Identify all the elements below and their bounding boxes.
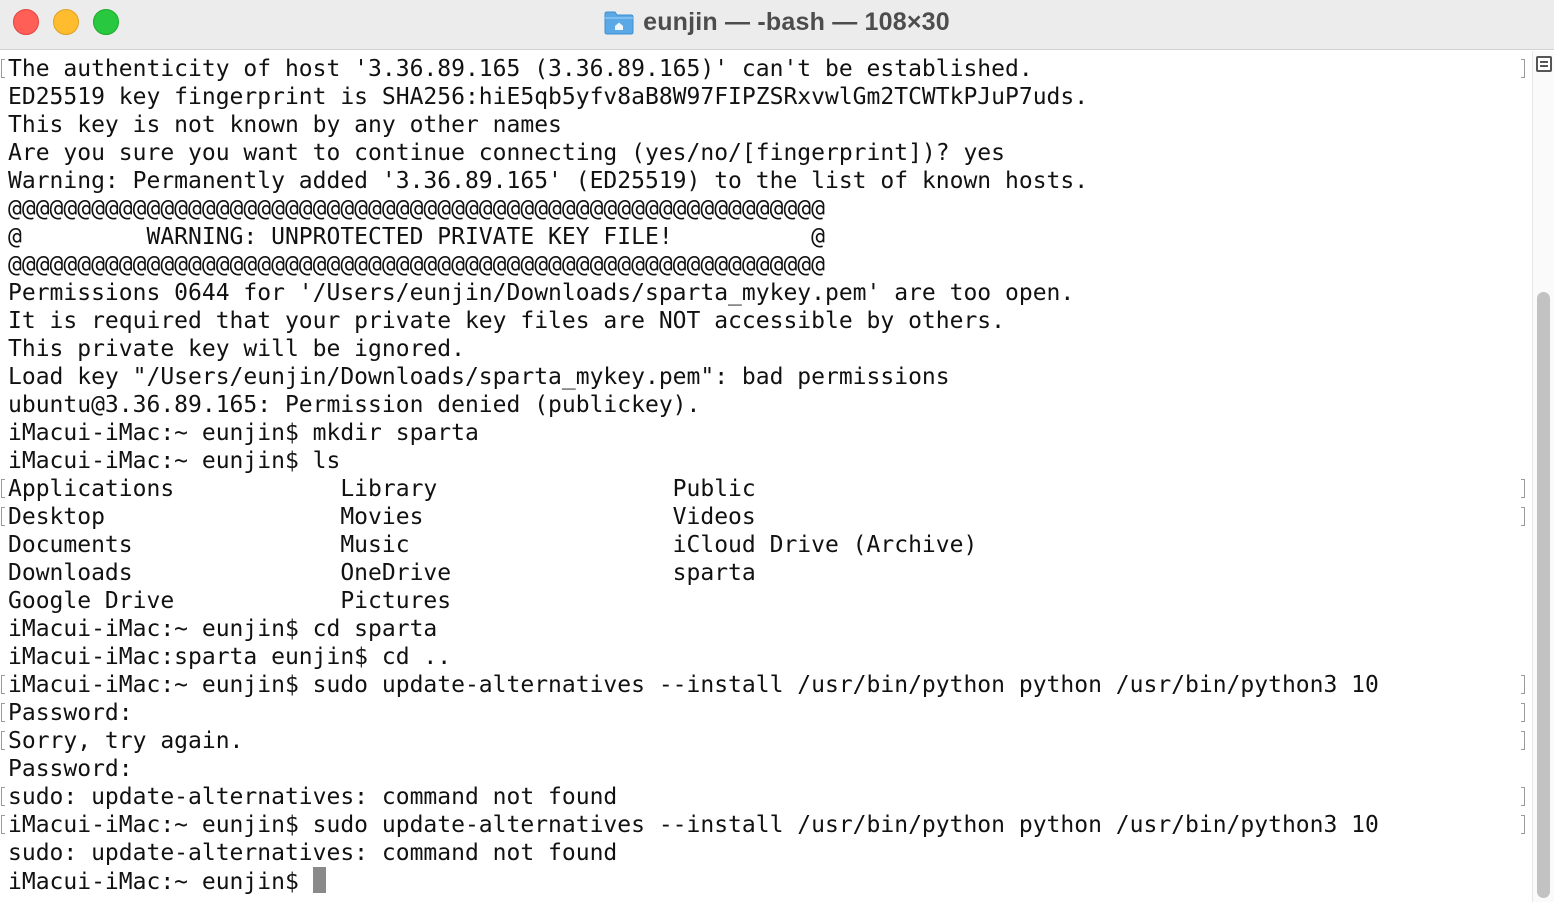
command-line: iMacui-iMac:~ eunjin$ ls: [8, 448, 341, 474]
output-line: This private key will be ignored.: [8, 336, 465, 362]
line-mark: [1, 479, 5, 498]
line-mark: [1, 59, 5, 78]
command-line: iMacui-iMac:~ eunjin$ sudo update-altern…: [8, 672, 1379, 698]
scrollbar-thumb[interactable]: [1537, 292, 1550, 898]
command-line: iMacui-iMac:sparta eunjin$ cd ..: [8, 644, 452, 670]
output-line: Sorry, try again.: [8, 728, 244, 754]
line-mark: [1, 675, 5, 694]
output-line: Are you sure you want to continue connec…: [8, 140, 1005, 166]
ls-output-line: Documents Music iCloud Drive (Archive): [8, 532, 978, 558]
output-line: @@@@@@@@@@@@@@@@@@@@@@@@@@@@@@@@@@@@@@@@…: [8, 196, 825, 222]
output-line: Password:: [8, 700, 133, 726]
title-container: eunjin — -bash — 108×30: [0, 0, 1554, 44]
split-pane-icon[interactable]: [1536, 56, 1552, 72]
line-mark: [1521, 507, 1525, 526]
line-mark: [1521, 731, 1525, 750]
line-mark: [1, 703, 5, 722]
output-line: ubuntu@3.36.89.165: Permission denied (p…: [8, 392, 701, 418]
ls-output-line: Desktop Movies Videos: [8, 504, 756, 530]
line-mark: [1521, 479, 1525, 498]
output-line: ED25519 key fingerprint is SHA256:hiE5qb…: [8, 84, 1089, 110]
output-line: The authenticity of host '3.36.89.165 (3…: [8, 56, 1033, 82]
terminal-window: eunjin — -bash — 108×30 The authenticity…: [0, 0, 1554, 902]
line-mark: [1, 731, 5, 750]
line-mark: [1521, 59, 1525, 78]
output-line: It is required that your private key fil…: [8, 308, 1005, 334]
prompt: iMacui-iMac:~ eunjin$: [8, 869, 313, 895]
output-line: Warning: Permanently added '3.36.89.165'…: [8, 168, 1089, 194]
line-mark: [1, 507, 5, 526]
line-mark: [1521, 787, 1525, 806]
ls-output-line: Downloads OneDrive sparta: [8, 560, 756, 586]
window-title: eunjin — -bash — 108×30: [643, 7, 950, 36]
output-line: @@@@@@@@@@@@@@@@@@@@@@@@@@@@@@@@@@@@@@@@…: [8, 252, 825, 278]
line-mark: [1, 815, 5, 834]
line-mark: [1521, 675, 1525, 694]
text-cursor: [312, 867, 326, 893]
line-mark: [1521, 815, 1525, 834]
line-mark: [1, 787, 5, 806]
command-line: iMacui-iMac:~ eunjin$ sudo update-altern…: [8, 812, 1379, 838]
command-line: iMacui-iMac:~ eunjin$ mkdir sparta: [8, 420, 479, 446]
ls-output-line: Google Drive Pictures: [8, 588, 452, 614]
command-line: iMacui-iMac:~ eunjin$ cd sparta: [8, 616, 438, 642]
line-mark: [1521, 703, 1525, 722]
terminal-content[interactable]: The authenticity of host '3.36.89.165 (3…: [0, 51, 1532, 902]
output-line: Password:: [8, 756, 133, 782]
output-line: Permissions 0644 for '/Users/eunjin/Down…: [8, 280, 1075, 306]
output-line: sudo: update-alternatives: command not f…: [8, 840, 618, 866]
output-line: This key is not known by any other names: [8, 112, 562, 138]
output-line: sudo: update-alternatives: command not f…: [8, 784, 618, 810]
terminal-output: The authenticity of host '3.36.89.165 (3…: [8, 55, 1379, 895]
title-bar[interactable]: eunjin — -bash — 108×30: [0, 0, 1554, 50]
ls-output-line: Applications Library Public: [8, 476, 756, 502]
output-line: Load key "/Users/eunjin/Downloads/sparta…: [8, 364, 950, 390]
home-folder-icon: [604, 9, 634, 35]
output-line: @ WARNING: UNPROTECTED PRIVATE KEY FILE!…: [8, 224, 825, 250]
prompt-line[interactable]: iMacui-iMac:~ eunjin$: [8, 867, 1379, 895]
